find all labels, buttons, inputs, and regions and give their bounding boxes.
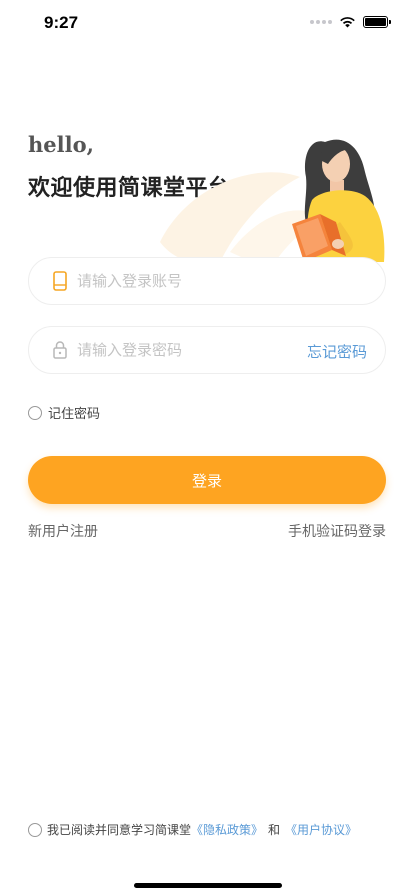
password-input[interactable]: [75, 327, 315, 373]
privacy-policy-link[interactable]: 《隐私政策》: [191, 821, 263, 838]
agreement-row: 我已阅读并同意学习简课堂 《隐私政策》 和 《用户协议》: [28, 821, 357, 838]
cellular-signal-icon: [310, 20, 332, 24]
remember-password-label: 记住密码: [48, 407, 101, 422]
lock-icon: [53, 341, 67, 359]
phone-icon: [53, 271, 67, 291]
remember-radio-icon[interactable]: [28, 405, 42, 420]
login-button[interactable]: 登录: [28, 456, 386, 504]
agreement-radio-icon[interactable]: [28, 822, 42, 837]
remember-password-toggle[interactable]: 记住密码: [28, 403, 100, 422]
forgot-password-link[interactable]: 忘记密码: [307, 341, 367, 362]
register-link[interactable]: 新用户注册: [28, 521, 98, 541]
agreement-prefix: 我已阅读并同意学习简课堂: [47, 823, 192, 837]
sms-login-link[interactable]: 手机验证码登录: [288, 521, 386, 541]
user-agreement-link[interactable]: 《用户协议》: [285, 821, 357, 838]
account-field[interactable]: [28, 257, 386, 305]
reading-woman-illustration: [160, 139, 385, 270]
account-input[interactable]: [75, 258, 315, 304]
greeting-hello: hello,: [28, 132, 94, 157]
home-indicator: [134, 883, 282, 888]
status-icons: [310, 16, 391, 28]
battery-icon: [363, 16, 391, 28]
password-field[interactable]: 忘记密码: [28, 326, 386, 374]
wifi-icon: [340, 17, 355, 28]
agreement-conjunction: 和: [268, 823, 281, 837]
status-time: 9:27: [44, 13, 79, 32]
status-bar: 9:27: [0, 0, 414, 44]
